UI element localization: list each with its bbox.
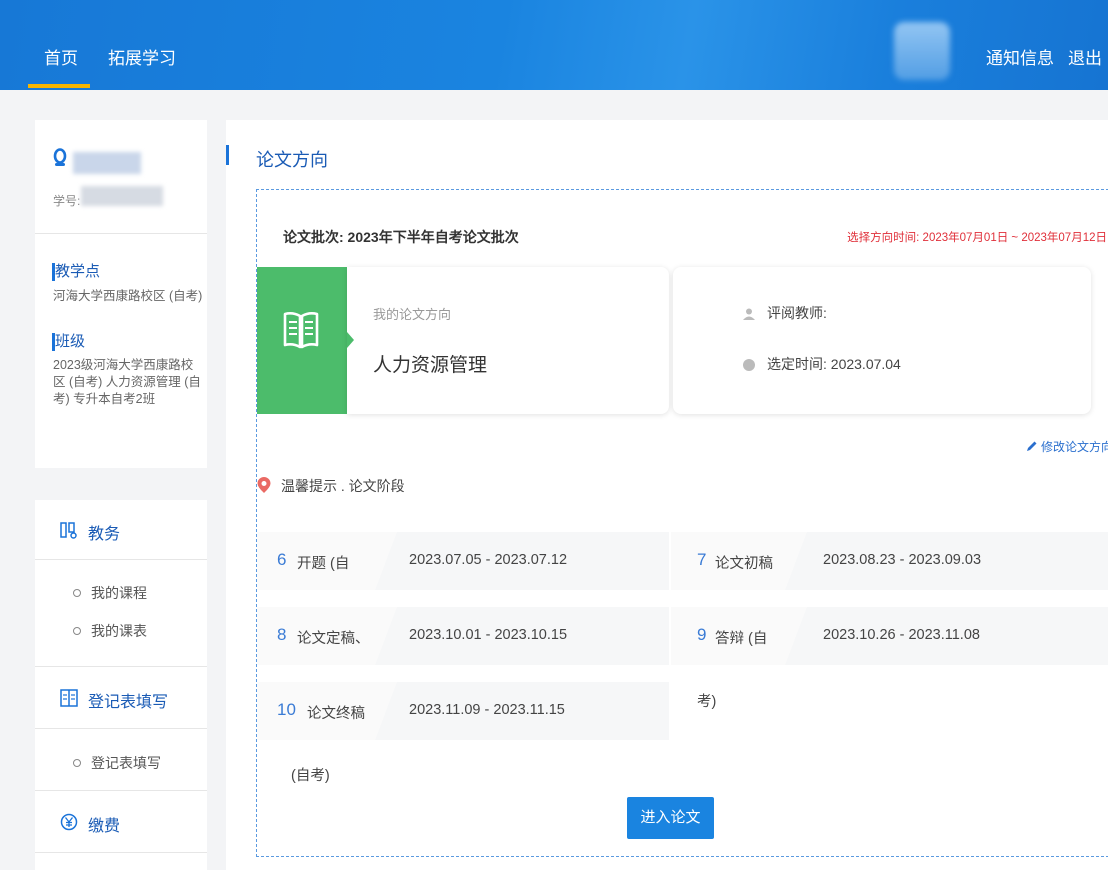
menu-my-schedule[interactable]: 我的课表 bbox=[35, 610, 207, 650]
student-id-label: 学号: bbox=[53, 194, 81, 208]
stage-name-overflow: 考) bbox=[697, 694, 717, 710]
bullet-icon bbox=[73, 589, 81, 597]
user-avatar[interactable] bbox=[894, 22, 950, 80]
direction-select-time: 选择方向时间: 2023年07月01日 ~ 2023年07月12日 bbox=[847, 232, 1107, 244]
stage-name-overflow: (自考) bbox=[291, 768, 330, 784]
thesis-info-box: 论文批次: 2023年下半年自考论文批次 选择方向时间: 2023年07月01日… bbox=[256, 189, 1108, 857]
yen-icon bbox=[60, 813, 78, 831]
title-marker bbox=[226, 145, 229, 165]
menu-divider bbox=[35, 790, 207, 791]
edit-direction-label: 修改论文方向 bbox=[1040, 440, 1108, 454]
stage-item: 10 论文终稿 2023.11.09 - 2023.11.15 bbox=[257, 682, 669, 740]
reviewer-row: 评阅教师: bbox=[743, 303, 827, 323]
class-title: 班级 bbox=[55, 333, 86, 350]
bullet-icon bbox=[73, 627, 81, 635]
menu-divider bbox=[35, 666, 207, 667]
reviewer-label: 评阅教师: bbox=[767, 305, 827, 321]
stage-name: 论文初稿 bbox=[715, 556, 773, 572]
student-id-redacted bbox=[81, 186, 163, 206]
stage-item: 7 论文初稿 2023.08.23 - 2023.09.03 bbox=[671, 532, 1108, 590]
stage-item: 8 论文定稿、 2023.10.01 - 2023.10.15 bbox=[257, 607, 669, 665]
selected-time-label: 选定时间: 2023.07.04 bbox=[767, 356, 901, 372]
bullet-icon bbox=[73, 759, 81, 767]
side-menu: 教务 我的课程 我的课表 登记表填写 登记表填写 缴费 bbox=[35, 500, 207, 870]
my-direction-value: 人力资源管理 bbox=[373, 355, 488, 376]
location-pin-icon bbox=[257, 477, 271, 493]
clock-icon bbox=[743, 359, 755, 372]
stage-tip: 温馨提示 . 论文阶段 bbox=[257, 476, 405, 496]
my-direction-caption: 我的论文方向 bbox=[373, 307, 452, 322]
teaching-point-title: 教学点 bbox=[55, 263, 101, 280]
pencil-icon bbox=[1026, 441, 1037, 451]
my-direction-card: 我的论文方向 人力资源管理 bbox=[347, 267, 669, 414]
stage-dates: 2023.10.01 - 2023.10.15 bbox=[409, 627, 568, 643]
thesis-batch-label: 论文批次: 2023年下半年自考论文批次 bbox=[283, 229, 519, 245]
academic-icon bbox=[60, 522, 77, 539]
top-nav-bar: 首页 拓展学习 通知信息 退出 bbox=[0, 0, 1108, 90]
stage-dates: 2023.07.05 - 2023.07.12 bbox=[409, 552, 568, 568]
menu-registration-form-label: 登记表填写 bbox=[88, 694, 169, 711]
stage-name: 论文终稿 bbox=[307, 706, 365, 722]
stage-name: 开题 (自 bbox=[297, 556, 350, 572]
stage-dates: 2023.08.23 - 2023.09.03 bbox=[823, 552, 982, 568]
stage-item: 6 开题 (自 2023.07.05 - 2023.07.12 bbox=[257, 532, 669, 590]
stage-tip-text: 温馨提示 . 论文阶段 bbox=[281, 478, 405, 494]
teaching-point-value: 河海大学西康路校区 (自考) bbox=[53, 289, 203, 303]
stage-number: 9 bbox=[697, 625, 707, 644]
review-info-card: 评阅教师: 选定时间: 2023.07.04 bbox=[673, 267, 1091, 414]
stage-number: 7 bbox=[697, 550, 707, 569]
stage-number: 10 bbox=[277, 700, 296, 719]
menu-my-courses-label: 我的课程 bbox=[91, 585, 147, 601]
menu-registration-form[interactable]: 登记表填写 bbox=[35, 668, 207, 728]
menu-academic[interactable]: 教务 bbox=[35, 500, 207, 560]
thesis-direction-panel: 论文方向 论文批次: 2023年下半年自考论文批次 选择方向时间: 2023年0… bbox=[226, 120, 1108, 870]
menu-registration-form-sub[interactable]: 登记表填写 bbox=[35, 742, 207, 782]
stage-dates: 2023.10.26 - 2023.11.08 bbox=[823, 627, 980, 643]
stage-item: 9 答辩 (自 2023.10.26 - 2023.11.08 bbox=[671, 607, 1108, 665]
selected-time-row: 选定时间: 2023.07.04 bbox=[743, 354, 901, 374]
user-icon bbox=[53, 148, 67, 166]
pointer-arrow bbox=[347, 332, 354, 348]
stage-name: 论文定稿、 bbox=[297, 631, 370, 647]
person-icon bbox=[743, 308, 755, 321]
profile-divider bbox=[35, 233, 207, 234]
user-name-redacted bbox=[73, 152, 141, 174]
menu-payment-label: 缴费 bbox=[88, 818, 121, 835]
nav-home-active-indicator bbox=[28, 84, 90, 88]
menu-my-courses[interactable]: 我的课程 bbox=[35, 572, 207, 612]
profile-card: 学号: 教学点 河海大学西康路校区 (自考) 班级 2023级河海大学西康路校区… bbox=[35, 120, 207, 468]
nav-logout[interactable]: 退出 bbox=[1068, 44, 1102, 69]
class-value: 2023级河海大学西康路校区 (自考) 人力资源管理 (自考) 专升本自考2班 bbox=[53, 358, 201, 406]
menu-registration-form-sub-label: 登记表填写 bbox=[91, 755, 161, 771]
menu-payment[interactable]: 缴费 bbox=[35, 792, 207, 852]
nav-home[interactable]: 首页 bbox=[44, 44, 78, 69]
menu-academic-label: 教务 bbox=[88, 526, 121, 543]
menu-divider bbox=[35, 728, 207, 729]
nav-notifications[interactable]: 通知信息 bbox=[986, 44, 1054, 69]
nav-extended-learning[interactable]: 拓展学习 bbox=[108, 44, 176, 69]
enter-thesis-button[interactable]: 进入论文 bbox=[627, 797, 714, 839]
menu-divider bbox=[35, 852, 207, 853]
stage-dates: 2023.11.09 - 2023.11.15 bbox=[409, 702, 565, 718]
stage-name: 答辩 (自 bbox=[715, 631, 768, 647]
menu-my-schedule-label: 我的课表 bbox=[91, 623, 147, 639]
menu-divider bbox=[35, 559, 207, 560]
direction-icon-panel bbox=[257, 267, 347, 414]
stage-number: 8 bbox=[277, 625, 287, 644]
edit-direction-link[interactable]: 修改论文方向 bbox=[1026, 438, 1108, 455]
stage-number: 6 bbox=[277, 550, 287, 569]
page-title: 论文方向 bbox=[256, 150, 328, 170]
book-icon bbox=[283, 312, 319, 349]
form-icon bbox=[60, 689, 78, 707]
